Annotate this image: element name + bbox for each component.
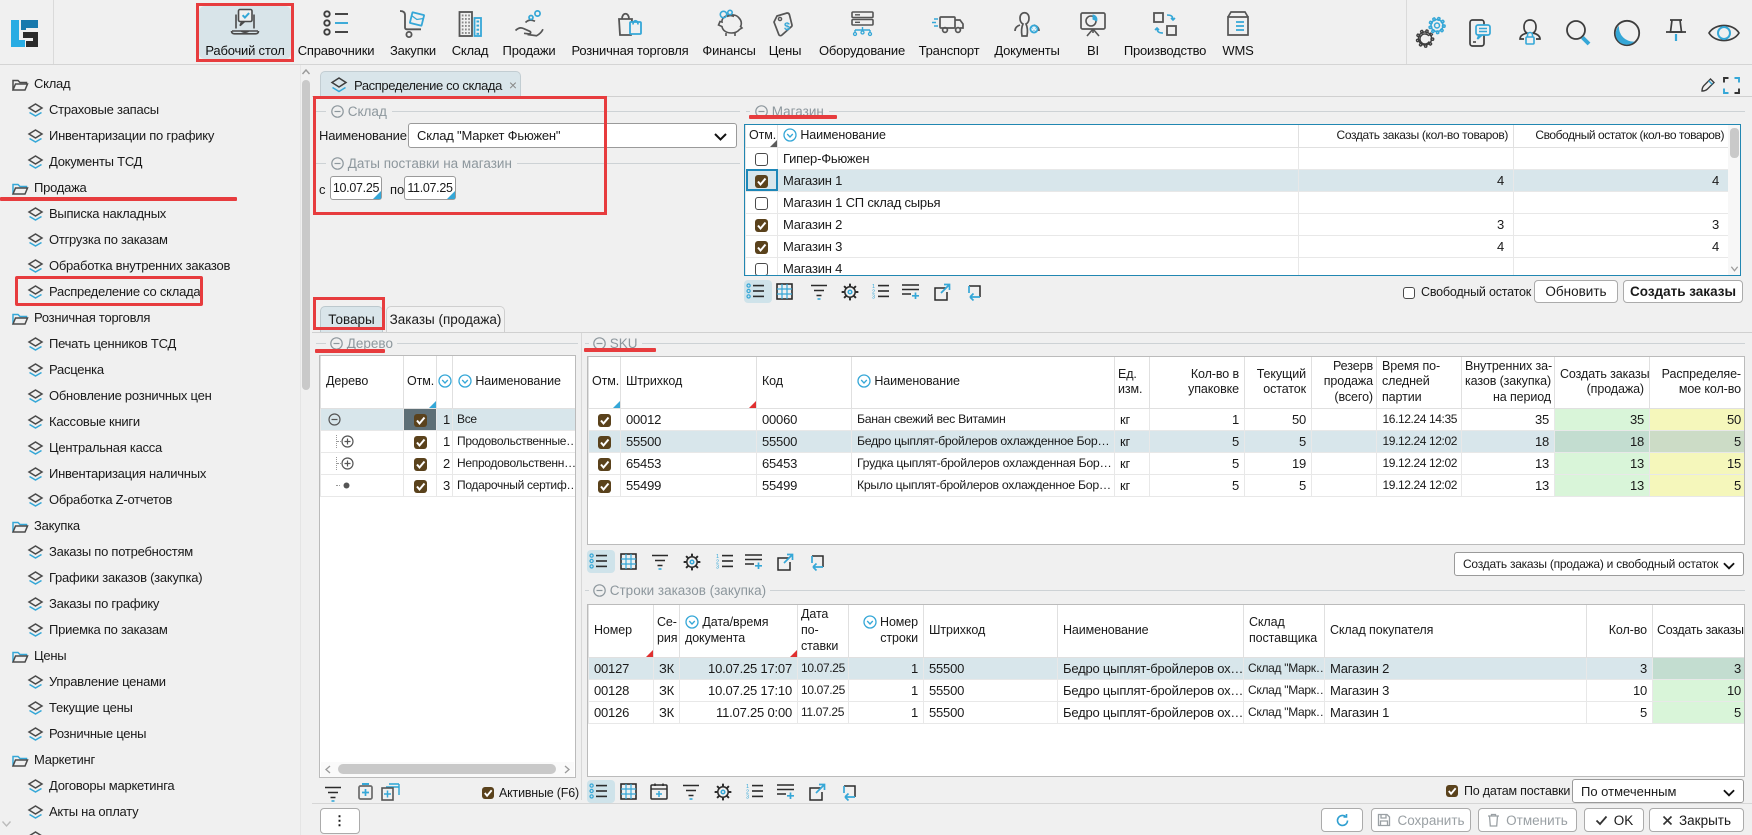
svg-text:$: $ <box>784 21 790 33</box>
svg-text:3: 3 <box>746 795 749 800</box>
svg-text:3: 3 <box>716 565 719 570</box>
svg-text:3: 3 <box>872 295 875 300</box>
